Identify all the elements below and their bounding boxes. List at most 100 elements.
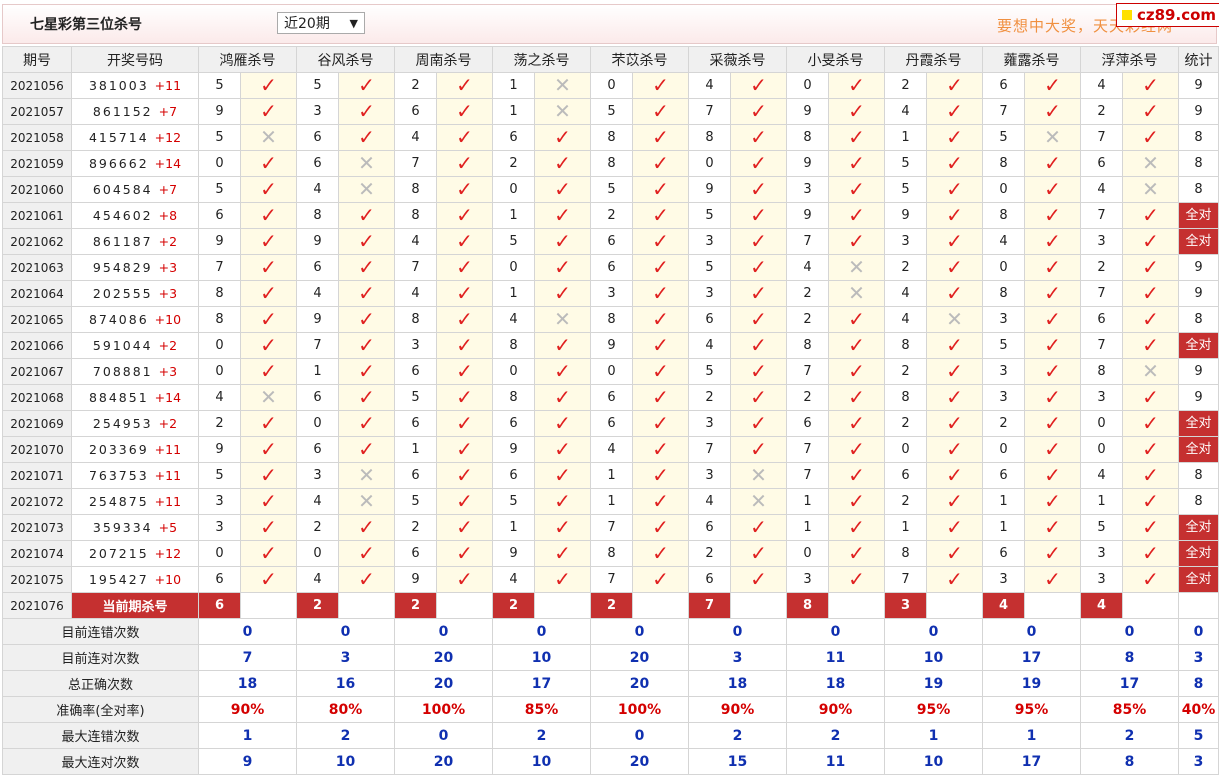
draw-cell: 381003 +11 (71, 72, 199, 99)
stat-cell: 8 (1178, 150, 1219, 177)
period-select[interactable]: 近20期 ▼ (277, 12, 365, 34)
result-cell: ✓ (240, 410, 297, 437)
site-badge[interactable]: cz89.com (1116, 3, 1219, 27)
draw-cell: 359334 +5 (71, 514, 199, 541)
kill-number-cell: 4 (492, 566, 535, 593)
result-cell: ✓ (534, 150, 591, 177)
kill-number-cell: 2 (884, 254, 927, 281)
check-icon: ✓ (848, 567, 865, 591)
draw-digits: 202555 (92, 286, 153, 301)
check-icon: ✓ (946, 125, 963, 149)
kill-number-cell: 6 (688, 514, 731, 541)
check-icon: ✓ (1044, 177, 1061, 201)
current-kill-blank (1122, 592, 1179, 619)
check-icon: ✓ (848, 463, 865, 487)
result-cell: ✓ (338, 436, 395, 463)
kill-number-cell: 0 (982, 436, 1025, 463)
stat-value: 8 (1194, 468, 1203, 483)
result-cell: ✓ (730, 514, 787, 541)
check-icon: ✓ (456, 463, 473, 487)
current-kill-blank (240, 592, 297, 619)
issue-cell: 2021067 (2, 358, 72, 385)
kill-number-cell: 8 (884, 384, 927, 411)
kill-number-cell: 9 (198, 98, 241, 125)
stats-value: 17 (492, 670, 591, 697)
result-cell: ✓ (436, 280, 493, 307)
stats-value: 0 (590, 618, 689, 645)
result-cell: ✕ (240, 124, 297, 151)
result-cell: ✓ (926, 228, 983, 255)
result-cell: ✓ (632, 566, 689, 593)
stats-value: 2 (296, 722, 395, 749)
check-icon: ✓ (554, 333, 571, 357)
check-icon: ✓ (358, 281, 375, 305)
kill-number-cell: 9 (492, 436, 535, 463)
kill-number-cell: 4 (296, 488, 339, 515)
stat-value: 8 (1194, 130, 1203, 145)
result-cell: ✓ (534, 462, 591, 489)
result-cell: ✓ (828, 540, 885, 567)
result-cell: ✓ (828, 72, 885, 99)
result-cell: ✕ (338, 488, 395, 515)
kill-number-cell: 6 (590, 254, 633, 281)
check-icon: ✓ (750, 359, 767, 383)
draw-plus: +10 (154, 572, 182, 587)
check-icon: ✓ (456, 151, 473, 175)
stats-value: 0 (1080, 618, 1179, 645)
draw-cell: 454602 +8 (71, 202, 199, 229)
kill-number-cell: 3 (1080, 228, 1123, 255)
current-kill-blank (338, 592, 395, 619)
check-icon: ✓ (848, 333, 865, 357)
table-row: 2021069 254953 +2 2 ✓ 0 ✓ 6 ✓ 6 ✓ 6 ✓ 3 ✓ 6 ✓ 2 ✓ 2 ✓ 0 ✓ 全对 (2, 410, 1219, 437)
issue-cell: 2021061 (2, 202, 72, 229)
kill-number-cell: 8 (786, 332, 829, 359)
col-header-killer-1: 鸿雁杀号 (198, 46, 297, 73)
check-icon: ✓ (1142, 411, 1159, 435)
kill-number-cell: 6 (884, 462, 927, 489)
draw-digits: 591044 (92, 338, 153, 353)
check-icon: ✓ (848, 203, 865, 227)
table-row: 2021071 763753 +11 5 ✓ 3 ✕ 6 ✓ 6 ✓ 1 ✓ 3 ✕ 7 ✓ 6 ✓ 6 ✓ 4 ✓ 8 (2, 462, 1219, 489)
check-icon: ✓ (750, 203, 767, 227)
check-icon: ✓ (554, 229, 571, 253)
result-cell: ✓ (240, 72, 297, 99)
result-cell: ✓ (632, 280, 689, 307)
page-title: 七星彩第三位杀号 (30, 17, 142, 33)
check-icon: ✓ (652, 541, 669, 565)
result-cell: ✓ (926, 176, 983, 203)
check-icon: ✓ (554, 437, 571, 461)
check-icon: ✓ (554, 281, 571, 305)
check-icon: ✓ (750, 99, 767, 123)
draw-plus: +3 (158, 260, 178, 275)
check-icon: ✓ (1142, 333, 1159, 357)
check-icon: ✓ (750, 541, 767, 565)
result-cell: ✓ (730, 358, 787, 385)
result-cell: ✓ (1122, 436, 1179, 463)
result-cell: ✓ (338, 514, 395, 541)
draw-cell: 708881 +3 (71, 358, 199, 385)
current-kill-number: 8 (786, 592, 829, 619)
kill-number-cell: 9 (590, 332, 633, 359)
check-icon: ✓ (652, 437, 669, 461)
stat-cell: 全对 (1178, 566, 1219, 593)
check-icon: ✓ (358, 99, 375, 123)
result-cell: ✓ (828, 124, 885, 151)
check-icon: ✓ (554, 151, 571, 175)
result-cell: ✓ (436, 72, 493, 99)
draw-plus: +11 (154, 78, 182, 93)
check-icon: ✓ (260, 489, 277, 513)
draw-cell: 195427 +10 (71, 566, 199, 593)
result-cell: ✓ (436, 566, 493, 593)
result-cell: ✓ (632, 332, 689, 359)
draw-cell: 254875 +11 (71, 488, 199, 515)
kill-number-cell: 6 (492, 124, 535, 151)
result-cell: ✓ (240, 566, 297, 593)
kill-number-cell: 7 (786, 436, 829, 463)
kill-number-cell: 5 (590, 98, 633, 125)
kill-number-cell: 2 (884, 410, 927, 437)
draw-cell: 254953 +2 (71, 410, 199, 437)
current-kill-number: 2 (394, 592, 437, 619)
check-icon: ✓ (358, 73, 375, 97)
table-row: 2021066 591044 +2 0 ✓ 7 ✓ 3 ✓ 8 ✓ 9 ✓ 4 ✓ 8 ✓ 8 ✓ 5 ✓ 7 ✓ 全对 (2, 332, 1219, 359)
result-cell: ✓ (1024, 462, 1081, 489)
